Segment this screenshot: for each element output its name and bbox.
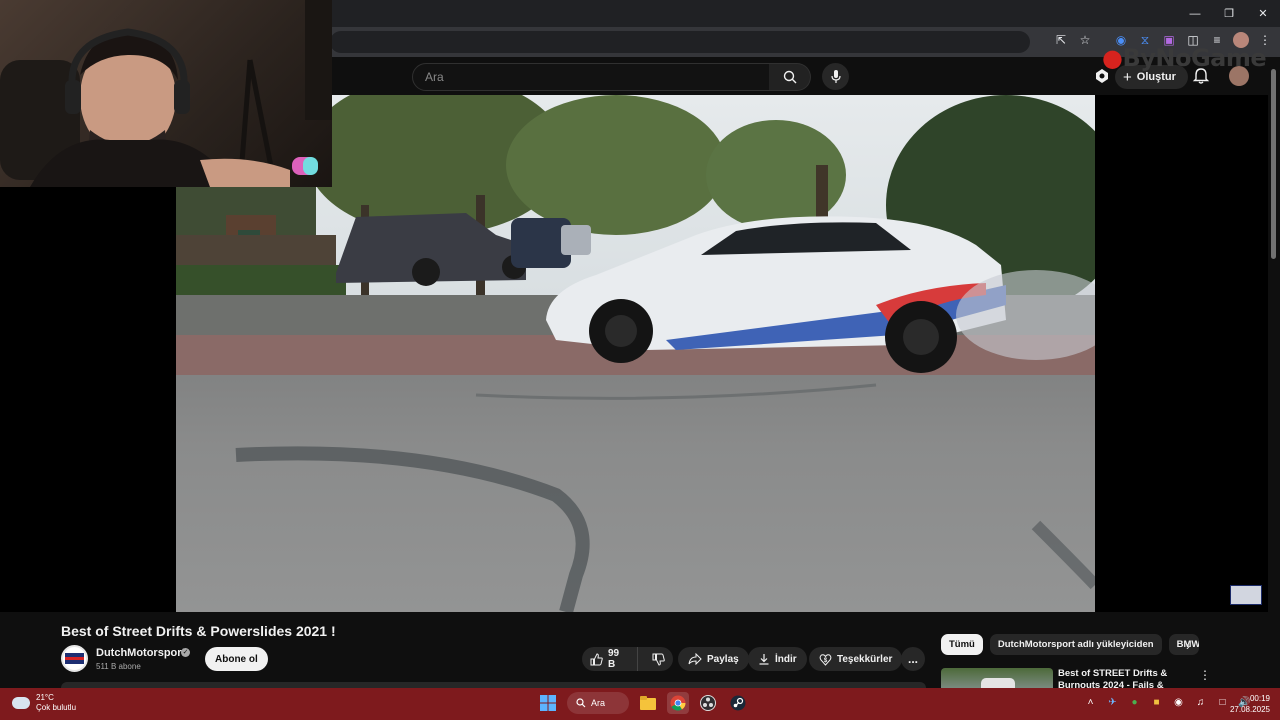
- windows-logo-icon: [540, 695, 556, 711]
- search-input[interactable]: Ara: [412, 63, 770, 91]
- recommendation-thumbnail[interactable]: [941, 668, 1053, 688]
- subscriber-count: 511 B abone: [96, 662, 141, 671]
- stream-watermark: ●ByNoGame: [1102, 44, 1267, 72]
- window-controls: — ❐ ✕: [1178, 0, 1280, 27]
- weather-widget[interactable]: 21°C Çok bulutlu: [12, 693, 76, 713]
- channel-avatar[interactable]: [61, 645, 88, 672]
- chip-bmw[interactable]: BMW: [1168, 634, 1199, 655]
- microphone-icon: [830, 69, 841, 83]
- search-icon: [783, 70, 796, 84]
- temperature: 21°C: [36, 693, 54, 702]
- chevron-right-icon[interactable]: ›: [1186, 639, 1190, 653]
- recommendation-title[interactable]: Best of STREET Drifts & Burnouts 2024 - …: [1058, 668, 1188, 688]
- cloud-icon: [12, 697, 30, 709]
- taskbar-clock[interactable]: 00:19 27.08.2025: [1228, 693, 1270, 715]
- tray-app-icon[interactable]: ●: [1128, 696, 1141, 709]
- obs-icon[interactable]: [697, 692, 719, 714]
- share-label: Paylaş: [707, 653, 739, 665]
- download-button[interactable]: İndir: [748, 647, 807, 671]
- webcam-overlay: [0, 0, 332, 187]
- related-filter-chips: Tümü DutchMotorsport adlı yükleyiciden B…: [941, 634, 1199, 655]
- like-count: 99 B: [607, 648, 620, 670]
- thumbs-up-icon: [590, 653, 603, 665]
- channel-watermark-badge[interactable]: [1230, 585, 1262, 605]
- tray-overflow-chevron-icon[interactable]: ˄: [1084, 696, 1097, 709]
- page-scrollbar[interactable]: [1268, 57, 1280, 688]
- microphone-icon[interactable]: ♫: [1194, 696, 1207, 709]
- taskbar: 21°C Çok bulutlu Ara ˄ ✈ ● ■ ◉ ♫ □ 🔊 00:…: [0, 688, 1280, 720]
- weather-description: Çok bulutlu: [36, 703, 77, 712]
- tray-app-icon[interactable]: ◉: [1172, 696, 1185, 709]
- clock-date: 27.08.2025: [1229, 705, 1270, 714]
- search-icon: [576, 698, 586, 708]
- more-vertical-icon[interactable]: ⋮: [1199, 668, 1211, 682]
- thumbs-down-icon: [652, 653, 665, 666]
- thanks-label: Teşekkürler: [837, 653, 893, 665]
- channel-name[interactable]: DutchMotorsport: [96, 647, 185, 659]
- tray-app-icon[interactable]: ✈: [1106, 696, 1119, 709]
- taskbar-apps: Ara: [537, 692, 749, 714]
- steam-icon[interactable]: [727, 692, 749, 714]
- like-button[interactable]: 99 B: [582, 647, 639, 671]
- more-actions-button[interactable]: ...: [901, 647, 925, 671]
- install-app-icon[interactable]: ⇱: [1052, 31, 1070, 49]
- chip-all[interactable]: Tümü: [941, 634, 983, 655]
- address-bar[interactable]: [330, 31, 1030, 53]
- watch-metadata: Best of Street Drifts & Powerslides 2021…: [0, 612, 1268, 688]
- dislike-button[interactable]: [643, 647, 673, 671]
- close-icon[interactable]: ✕: [1246, 0, 1280, 27]
- share-icon: [688, 653, 702, 665]
- screen: — ❐ ✕ ⇱ ☆ ◉ ⧖ ▣ ◫ ≡ ⋮ Ara + Oluştur ●ByN…: [0, 0, 1280, 720]
- webcam-scene: [0, 0, 332, 187]
- subscribe-label: Abone ol: [215, 653, 258, 665]
- clock-time: 00:19: [1249, 694, 1270, 703]
- system-tray: ˄ ✈ ● ■ ◉ ♫ □ 🔊: [1084, 696, 1251, 709]
- download-label: İndir: [775, 653, 797, 665]
- create-label: Oluştur: [1136, 71, 1176, 83]
- taskbar-search[interactable]: Ara: [567, 692, 629, 714]
- minimize-icon[interactable]: —: [1178, 0, 1212, 27]
- chip-from-uploader[interactable]: DutchMotorsport adlı yükleyiciden: [989, 634, 1162, 655]
- voice-search-button[interactable]: [822, 63, 849, 90]
- like-dislike-group: 99 B: [582, 647, 673, 671]
- subscribe-button[interactable]: Abone ol: [205, 647, 268, 671]
- video-title: Best of Street Drifts & Powerslides 2021…: [61, 623, 336, 639]
- download-icon: [759, 654, 769, 665]
- start-button[interactable]: [537, 692, 559, 714]
- taskbar-search-label: Ara: [591, 698, 606, 708]
- tray-app-icon[interactable]: ■: [1150, 696, 1163, 709]
- thanks-heart-icon: $: [819, 653, 832, 666]
- search-button[interactable]: [769, 63, 811, 91]
- thanks-button[interactable]: $ Teşekkürler: [809, 647, 903, 671]
- file-explorer-icon[interactable]: [637, 692, 659, 714]
- more-horizontal-icon: ...: [907, 652, 918, 666]
- restore-icon[interactable]: ❐: [1212, 0, 1246, 27]
- bookmark-star-icon[interactable]: ☆: [1076, 31, 1094, 49]
- scrollbar-thumb[interactable]: [1271, 69, 1276, 259]
- chrome-icon[interactable]: [667, 692, 689, 714]
- verified-badge-icon: ✓: [181, 648, 190, 657]
- share-button[interactable]: Paylaş: [678, 647, 749, 671]
